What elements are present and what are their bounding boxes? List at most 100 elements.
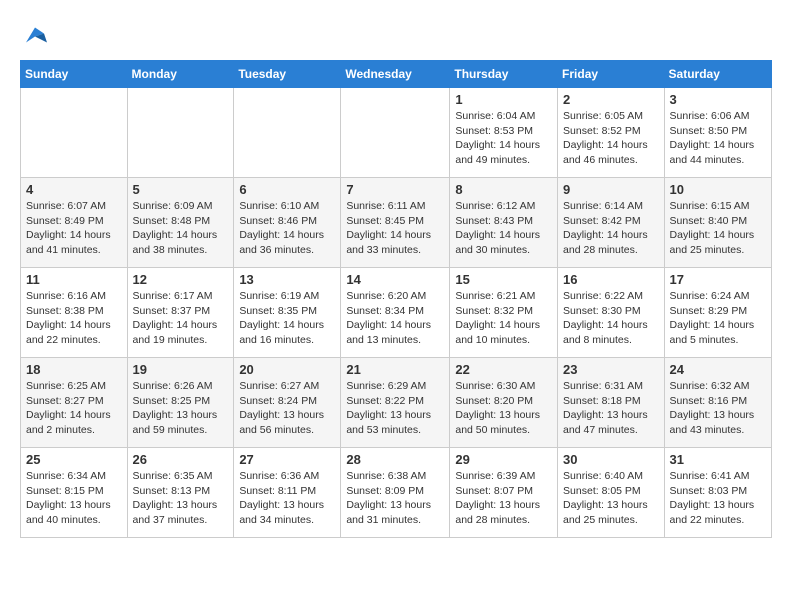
calendar-cell: 7 Sunrise: 6:11 AMSunset: 8:45 PMDaylight… bbox=[341, 178, 450, 268]
logo bbox=[20, 20, 54, 50]
calendar-cell: 29 Sunrise: 6:39 AMSunset: 8:07 PMDayligh… bbox=[450, 448, 558, 538]
calendar-week-3: 11 Sunrise: 6:16 AMSunset: 8:38 PMDayligh… bbox=[21, 268, 772, 358]
day-number: 11 bbox=[26, 272, 122, 287]
calendar-cell: 23 Sunrise: 6:31 AMSunset: 8:18 PMDayligh… bbox=[558, 358, 665, 448]
calendar-cell: 6 Sunrise: 6:10 AMSunset: 8:46 PMDaylight… bbox=[234, 178, 341, 268]
calendar-cell: 25 Sunrise: 6:34 AMSunset: 8:15 PMDayligh… bbox=[21, 448, 128, 538]
day-number: 16 bbox=[563, 272, 659, 287]
day-info: Sunrise: 6:12 AMSunset: 8:43 PMDaylight:… bbox=[455, 199, 552, 258]
day-number: 10 bbox=[670, 182, 766, 197]
day-number: 3 bbox=[670, 92, 766, 107]
weekday-header-thursday: Thursday bbox=[450, 61, 558, 88]
day-info: Sunrise: 6:38 AMSunset: 8:09 PMDaylight:… bbox=[346, 469, 444, 528]
day-info: Sunrise: 6:15 AMSunset: 8:40 PMDaylight:… bbox=[670, 199, 766, 258]
calendar-cell bbox=[21, 88, 128, 178]
day-info: Sunrise: 6:24 AMSunset: 8:29 PMDaylight:… bbox=[670, 289, 766, 348]
calendar-cell: 3Sunrise: 6:06 AMSunset: 8:50 PMDaylight… bbox=[664, 88, 771, 178]
day-number: 21 bbox=[346, 362, 444, 377]
calendar-table: SundayMondayTuesdayWednesdayThursdayFrid… bbox=[20, 60, 772, 538]
calendar-cell bbox=[127, 88, 234, 178]
day-number: 25 bbox=[26, 452, 122, 467]
day-number: 19 bbox=[133, 362, 229, 377]
calendar-cell: 30 Sunrise: 6:40 AMSunset: 8:05 PMDayligh… bbox=[558, 448, 665, 538]
day-info: Sunrise: 6:25 AMSunset: 8:27 PMDaylight:… bbox=[26, 379, 122, 438]
day-info: Sunrise: 6:34 AMSunset: 8:15 PMDaylight:… bbox=[26, 469, 122, 528]
calendar-cell: 24Sunrise: 6:32 AMSunset: 8:16 PMDayligh… bbox=[664, 358, 771, 448]
calendar-cell: 13 Sunrise: 6:19 AMSunset: 8:35 PMDayligh… bbox=[234, 268, 341, 358]
day-number: 23 bbox=[563, 362, 659, 377]
day-number: 6 bbox=[239, 182, 335, 197]
calendar-cell: 8 Sunrise: 6:12 AMSunset: 8:43 PMDaylight… bbox=[450, 178, 558, 268]
day-number: 31 bbox=[670, 452, 766, 467]
calendar-week-5: 25 Sunrise: 6:34 AMSunset: 8:15 PMDayligh… bbox=[21, 448, 772, 538]
day-info: Sunrise: 6:30 AMSunset: 8:20 PMDaylight:… bbox=[455, 379, 552, 438]
calendar-cell: 20 Sunrise: 6:27 AMSunset: 8:24 PMDayligh… bbox=[234, 358, 341, 448]
calendar-cell: 31 Sunrise: 6:41 AMSunset: 8:03 PMDayligh… bbox=[664, 448, 771, 538]
day-number: 30 bbox=[563, 452, 659, 467]
calendar-cell: 12 Sunrise: 6:17 AMSunset: 8:37 PMDayligh… bbox=[127, 268, 234, 358]
calendar-cell: 14Sunrise: 6:20 AMSunset: 8:34 PMDayligh… bbox=[341, 268, 450, 358]
day-info: Sunrise: 6:22 AMSunset: 8:30 PMDaylight:… bbox=[563, 289, 659, 348]
day-info: Sunrise: 6:31 AMSunset: 8:18 PMDaylight:… bbox=[563, 379, 659, 438]
day-number: 28 bbox=[346, 452, 444, 467]
day-info: Sunrise: 6:21 AMSunset: 8:32 PMDaylight:… bbox=[455, 289, 552, 348]
day-info: Sunrise: 6:05 AMSunset: 8:52 PMDaylight:… bbox=[563, 109, 659, 168]
calendar-cell: 11 Sunrise: 6:16 AMSunset: 8:38 PMDayligh… bbox=[21, 268, 128, 358]
weekday-header-tuesday: Tuesday bbox=[234, 61, 341, 88]
day-number: 7 bbox=[346, 182, 444, 197]
day-number: 20 bbox=[239, 362, 335, 377]
calendar-week-2: 4 Sunrise: 6:07 AMSunset: 8:49 PMDaylight… bbox=[21, 178, 772, 268]
day-number: 22 bbox=[455, 362, 552, 377]
day-number: 17 bbox=[670, 272, 766, 287]
day-info: Sunrise: 6:41 AMSunset: 8:03 PMDaylight:… bbox=[670, 469, 766, 528]
weekday-header-wednesday: Wednesday bbox=[341, 61, 450, 88]
calendar-cell: 27 Sunrise: 6:36 AMSunset: 8:11 PMDayligh… bbox=[234, 448, 341, 538]
day-info: Sunrise: 6:07 AMSunset: 8:49 PMDaylight:… bbox=[26, 199, 122, 258]
calendar-cell: 10 Sunrise: 6:15 AMSunset: 8:40 PMDayligh… bbox=[664, 178, 771, 268]
calendar-cell: 2 Sunrise: 6:05 AMSunset: 8:52 PMDaylight… bbox=[558, 88, 665, 178]
day-number: 29 bbox=[455, 452, 552, 467]
day-info: Sunrise: 6:16 AMSunset: 8:38 PMDaylight:… bbox=[26, 289, 122, 348]
calendar-header-row: SundayMondayTuesdayWednesdayThursdayFrid… bbox=[21, 61, 772, 88]
calendar-cell: 22 Sunrise: 6:30 AMSunset: 8:20 PMDayligh… bbox=[450, 358, 558, 448]
day-info: Sunrise: 6:17 AMSunset: 8:37 PMDaylight:… bbox=[133, 289, 229, 348]
calendar-cell: 9Sunrise: 6:14 AMSunset: 8:42 PMDaylight… bbox=[558, 178, 665, 268]
calendar-cell: 18Sunrise: 6:25 AMSunset: 8:27 PMDayligh… bbox=[21, 358, 128, 448]
day-number: 15 bbox=[455, 272, 552, 287]
day-number: 4 bbox=[26, 182, 122, 197]
calendar-cell bbox=[234, 88, 341, 178]
calendar-cell: 19 Sunrise: 6:26 AMSunset: 8:25 PMDayligh… bbox=[127, 358, 234, 448]
calendar-week-4: 18Sunrise: 6:25 AMSunset: 8:27 PMDayligh… bbox=[21, 358, 772, 448]
day-info: Sunrise: 6:11 AMSunset: 8:45 PMDaylight:… bbox=[346, 199, 444, 258]
day-number: 2 bbox=[563, 92, 659, 107]
day-number: 27 bbox=[239, 452, 335, 467]
day-number: 13 bbox=[239, 272, 335, 287]
day-info: Sunrise: 6:32 AMSunset: 8:16 PMDaylight:… bbox=[670, 379, 766, 438]
calendar-cell: 16 Sunrise: 6:22 AMSunset: 8:30 PMDayligh… bbox=[558, 268, 665, 358]
weekday-header-friday: Friday bbox=[558, 61, 665, 88]
calendar-cell: 4 Sunrise: 6:07 AMSunset: 8:49 PMDaylight… bbox=[21, 178, 128, 268]
day-info: Sunrise: 6:19 AMSunset: 8:35 PMDaylight:… bbox=[239, 289, 335, 348]
day-info: Sunrise: 6:09 AMSunset: 8:48 PMDaylight:… bbox=[133, 199, 229, 258]
calendar-cell: 28 Sunrise: 6:38 AMSunset: 8:09 PMDayligh… bbox=[341, 448, 450, 538]
day-number: 9 bbox=[563, 182, 659, 197]
calendar-cell: 21 Sunrise: 6:29 AMSunset: 8:22 PMDayligh… bbox=[341, 358, 450, 448]
day-info: Sunrise: 6:39 AMSunset: 8:07 PMDaylight:… bbox=[455, 469, 552, 528]
day-info: Sunrise: 6:36 AMSunset: 8:11 PMDaylight:… bbox=[239, 469, 335, 528]
day-info: Sunrise: 6:29 AMSunset: 8:22 PMDaylight:… bbox=[346, 379, 444, 438]
calendar-cell: 5 Sunrise: 6:09 AMSunset: 8:48 PMDaylight… bbox=[127, 178, 234, 268]
day-info: Sunrise: 6:26 AMSunset: 8:25 PMDaylight:… bbox=[133, 379, 229, 438]
weekday-header-monday: Monday bbox=[127, 61, 234, 88]
day-info: Sunrise: 6:04 AMSunset: 8:53 PMDaylight:… bbox=[455, 109, 552, 168]
day-info: Sunrise: 6:40 AMSunset: 8:05 PMDaylight:… bbox=[563, 469, 659, 528]
day-number: 14 bbox=[346, 272, 444, 287]
day-number: 5 bbox=[133, 182, 229, 197]
day-number: 8 bbox=[455, 182, 552, 197]
day-number: 1 bbox=[455, 92, 552, 107]
logo-icon bbox=[20, 20, 50, 50]
calendar-cell bbox=[341, 88, 450, 178]
day-info: Sunrise: 6:35 AMSunset: 8:13 PMDaylight:… bbox=[133, 469, 229, 528]
day-number: 12 bbox=[133, 272, 229, 287]
day-info: Sunrise: 6:10 AMSunset: 8:46 PMDaylight:… bbox=[239, 199, 335, 258]
day-info: Sunrise: 6:27 AMSunset: 8:24 PMDaylight:… bbox=[239, 379, 335, 438]
